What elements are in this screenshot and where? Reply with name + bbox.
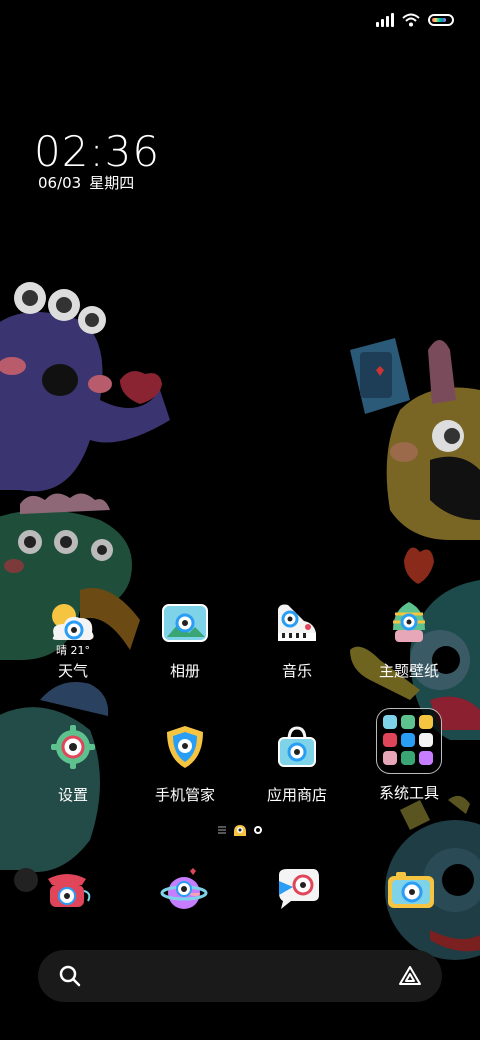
app-security[interactable]: 手机管家 xyxy=(130,720,240,805)
app-label: 设置 xyxy=(57,786,88,804)
dock-browser[interactable] xyxy=(157,862,211,916)
messages-icon xyxy=(279,869,319,909)
music-icon xyxy=(270,596,324,650)
signal-icon xyxy=(376,13,394,27)
camera-icon xyxy=(388,872,434,908)
app-label: 音乐 xyxy=(281,662,312,680)
clock-time: 02:36 xyxy=(34,127,161,176)
app-store-icon xyxy=(270,720,324,774)
search-bar[interactable] xyxy=(38,950,442,1002)
weather-summary: 晴 21° xyxy=(56,644,90,657)
app-store[interactable]: 应用商店 xyxy=(242,720,352,805)
assistant-icon[interactable] xyxy=(398,964,422,988)
themes-icon xyxy=(382,596,436,650)
app-label: 应用商店 xyxy=(266,786,327,804)
dock-messages[interactable] xyxy=(270,862,324,916)
clock-date: 06/03 星期四 xyxy=(38,172,134,193)
weather-icon: 晴 21° xyxy=(46,596,100,657)
page-dot xyxy=(254,826,262,834)
weekday-text: 星期四 xyxy=(89,174,135,192)
app-settings[interactable]: 设置 xyxy=(18,720,128,805)
status-bar xyxy=(376,10,454,30)
security-icon xyxy=(158,720,212,774)
dock-camera[interactable] xyxy=(384,862,438,916)
gallery-icon xyxy=(158,596,212,650)
page-indicator[interactable] xyxy=(0,822,480,838)
app-label: 手机管家 xyxy=(154,786,215,804)
settings-icon xyxy=(46,720,100,774)
app-weather[interactable]: 晴 21° 天气 xyxy=(18,596,128,681)
app-label: 天气 xyxy=(57,662,88,680)
app-gallery[interactable]: 相册 xyxy=(130,596,240,681)
search-icon[interactable] xyxy=(58,964,82,988)
wifi-icon xyxy=(402,13,420,27)
dock-phone[interactable] xyxy=(40,862,94,916)
app-label: 系统工具 xyxy=(378,784,439,802)
monster-page-icon xyxy=(234,825,246,836)
battery-icon xyxy=(428,14,454,26)
app-label: 主题壁纸 xyxy=(378,662,439,680)
date-text: 06/03 xyxy=(38,174,82,192)
folder-system-tools[interactable]: 系统工具 xyxy=(354,708,464,803)
app-label: 相册 xyxy=(169,662,200,680)
browser-icon xyxy=(160,868,208,909)
menu-lines-icon xyxy=(218,826,226,834)
phone-icon xyxy=(48,874,91,907)
folder-icon xyxy=(376,708,442,774)
app-music[interactable]: 音乐 xyxy=(242,596,352,681)
app-themes[interactable]: 主题壁纸 xyxy=(354,596,464,681)
